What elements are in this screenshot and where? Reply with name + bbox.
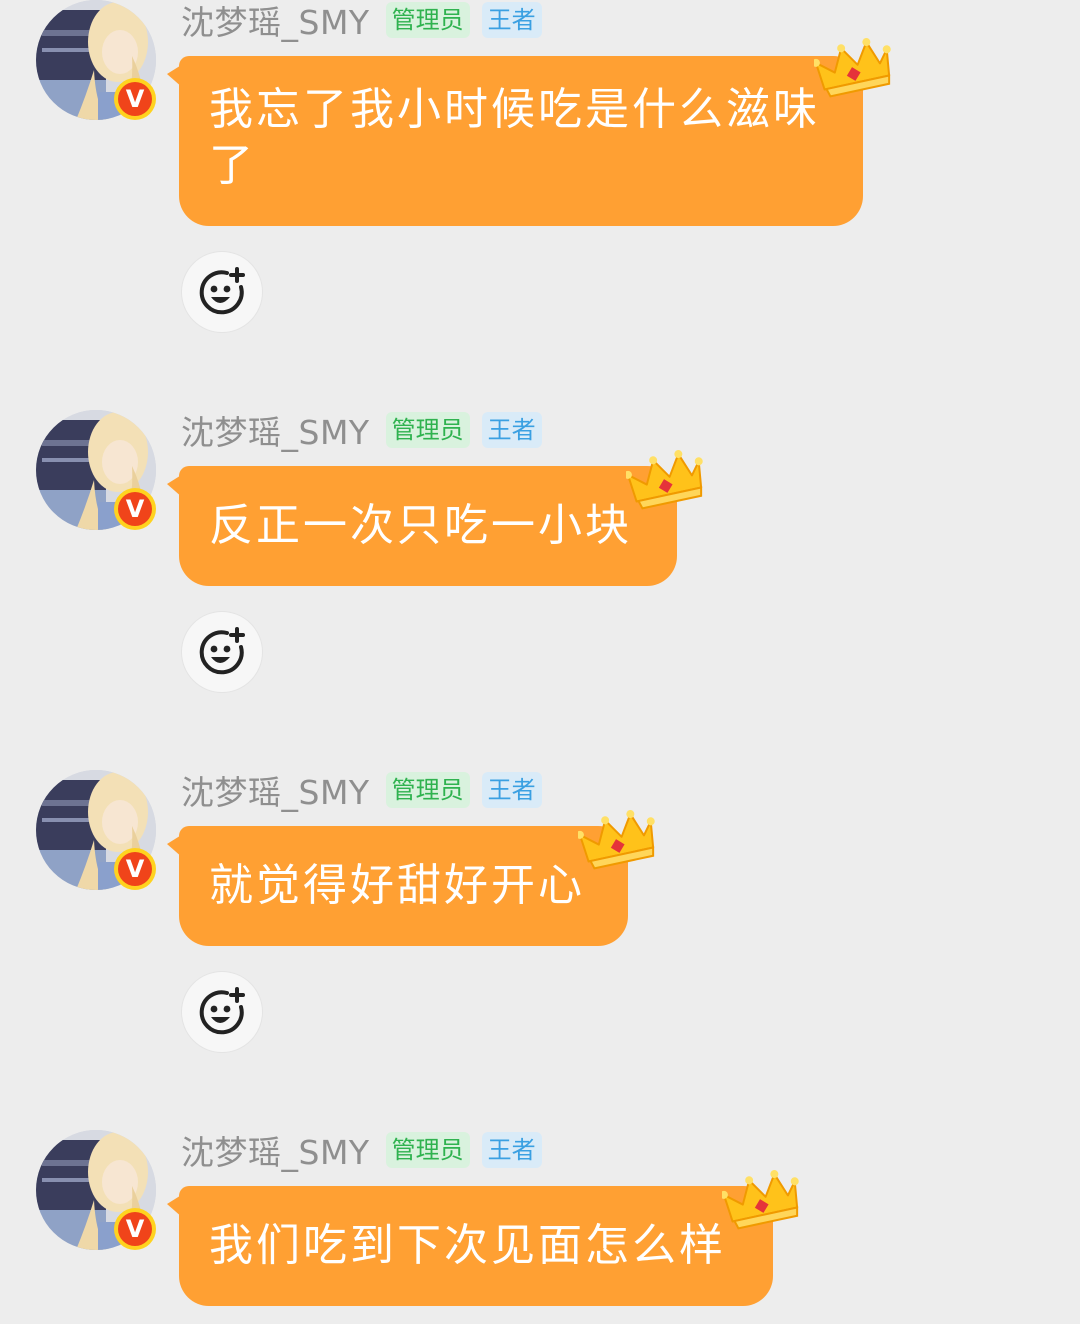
verified-v-icon: V — [118, 1212, 152, 1246]
message-bubble[interactable]: 我忘了我小时候吃是什么滋味了 — [167, 56, 863, 226]
rank-tag: 王者 — [481, 2, 542, 38]
verified-v-icon: V — [118, 82, 152, 116]
rank-tag: 王者 — [481, 412, 542, 448]
admin-tag: 管理员 — [385, 772, 470, 808]
sender-row: 沈梦瑶_SMY 管理员 王者 — [181, 0, 542, 42]
add-reaction-button[interactable] — [181, 971, 263, 1053]
message-bubble[interactable]: 我们吃到下次见面怎么样 — [167, 1186, 773, 1306]
chat-message: V 沈梦瑶_SMY 管理员 王者 就觉得好甜好开心 — [0, 770, 1080, 1060]
sender-row: 沈梦瑶_SMY 管理员 王者 — [181, 410, 542, 452]
sender-name[interactable]: 沈梦瑶_SMY — [181, 406, 370, 454]
message-text: 我们吃到下次见面怎么样 — [209, 1220, 726, 1271]
verified-badge: V — [114, 1208, 156, 1250]
message-text: 就觉得好甜好开心 — [209, 860, 585, 911]
chat-message: V 沈梦瑶_SMY 管理员 王者 我们吃到下次见面怎么样 — [0, 1130, 1080, 1324]
verified-v-icon: V — [118, 492, 152, 526]
add-reaction-icon — [199, 267, 245, 315]
crown-icon — [626, 450, 703, 510]
admin-tag: 管理员 — [385, 2, 470, 38]
sender-row: 沈梦瑶_SMY 管理员 王者 — [181, 1130, 542, 1172]
admin-tag: 管理员 — [385, 412, 470, 448]
chat-message: V 沈梦瑶_SMY 管理员 王者 我忘了我小时候吃是什么滋味了 — [0, 0, 1080, 340]
verified-badge: V — [114, 78, 156, 120]
add-reaction-button[interactable] — [181, 251, 263, 333]
crown-icon — [722, 1170, 799, 1230]
verified-badge: V — [114, 488, 156, 530]
admin-tag: 管理员 — [385, 1132, 470, 1168]
rank-tag: 王者 — [481, 772, 542, 808]
verified-v-icon: V — [118, 852, 152, 886]
message-bubble[interactable]: 反正一次只吃一小块 — [167, 466, 677, 586]
chat-message: V 沈梦瑶_SMY 管理员 王者 反正一次只吃一小块 — [0, 410, 1080, 700]
sender-row: 沈梦瑶_SMY 管理员 王者 — [181, 770, 542, 812]
message-text: 反正一次只吃一小块 — [209, 500, 632, 551]
sender-name[interactable]: 沈梦瑶_SMY — [181, 0, 370, 44]
sender-name[interactable]: 沈梦瑶_SMY — [181, 1126, 370, 1174]
add-reaction-icon — [199, 627, 245, 675]
crown-icon — [578, 810, 655, 870]
message-bubble[interactable]: 就觉得好甜好开心 — [167, 826, 628, 946]
crown-icon — [814, 38, 891, 98]
rank-tag: 王者 — [481, 1132, 542, 1168]
sender-name[interactable]: 沈梦瑶_SMY — [181, 766, 370, 814]
message-text: 我忘了我小时候吃是什么滋味了 — [209, 84, 820, 191]
verified-badge: V — [114, 848, 156, 890]
add-reaction-icon — [199, 987, 245, 1035]
add-reaction-button[interactable] — [181, 611, 263, 693]
